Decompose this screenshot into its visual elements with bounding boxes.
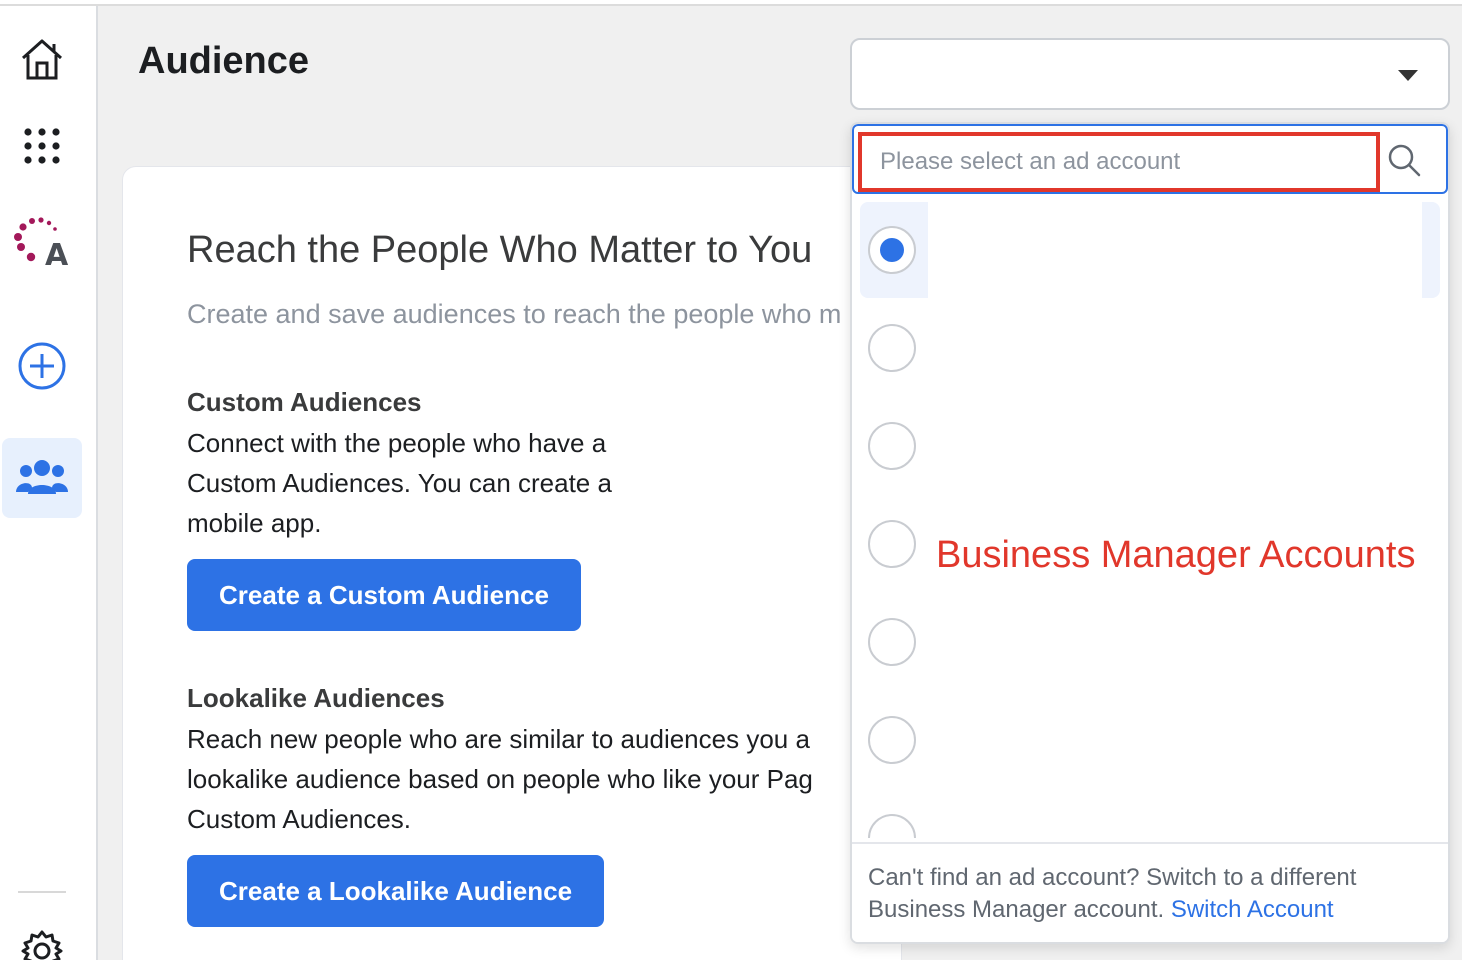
sidebar-item-create[interactable] <box>0 336 84 396</box>
ad-account-option[interactable] <box>860 300 1440 396</box>
custom-audiences-description: Connect with the people who have a Custo… <box>187 423 867 543</box>
audience-intro-card: Reach the People Who Matter to You Creat… <box>122 166 902 960</box>
audiences-icon <box>16 460 68 494</box>
sidebar-item-settings[interactable] <box>0 921 84 960</box>
card-title: Reach the People Who Matter to You <box>187 229 813 271</box>
radio-unselected[interactable] <box>868 422 916 470</box>
radio-unselected[interactable] <box>868 716 916 764</box>
svg-text:A: A <box>45 238 69 271</box>
ad-account-select[interactable] <box>850 38 1450 110</box>
custom-audiences-line-1: Connect with the people who have a <box>187 428 607 458</box>
sidebar-item-audiences[interactable] <box>2 438 82 518</box>
ad-account-option[interactable] <box>860 594 1440 690</box>
ad-account-search-input[interactable] <box>858 132 1380 192</box>
page-title: Audience <box>138 40 310 82</box>
card-subtitle: Create and save audiences to reach the p… <box>187 299 842 329</box>
sidebar-item-account[interactable]: A <box>0 211 84 275</box>
lookalike-audiences-line-2: lookalike audience based on people who l… <box>187 764 813 794</box>
ad-account-option[interactable] <box>860 398 1440 494</box>
sidebar-item-apps[interactable] <box>0 121 84 171</box>
account-logo-icon: A <box>14 217 69 271</box>
chevron-down-icon <box>1398 70 1418 81</box>
ad-account-option-label <box>928 202 1422 298</box>
ad-account-option[interactable] <box>860 692 1440 788</box>
create-custom-audience-button[interactable]: Create a Custom Audience <box>187 559 581 631</box>
home-icon <box>21 39 63 80</box>
custom-audiences-heading: Custom Audiences <box>187 387 422 417</box>
lookalike-audiences-line-3: Custom Audiences. <box>187 804 412 834</box>
ad-account-option[interactable] <box>860 202 1440 298</box>
apps-grid-icon <box>24 128 60 164</box>
ad-account-option[interactable] <box>860 790 1440 838</box>
ad-account-list: Business Manager Accounts <box>852 198 1448 838</box>
lookalike-audiences-heading: Lookalike Audiences <box>187 683 445 713</box>
radio-unselected[interactable] <box>868 324 916 372</box>
create-lookalike-audience-button[interactable]: Create a Lookalike Audience <box>187 855 605 927</box>
ad-account-search-box <box>852 124 1448 194</box>
business-manager-accounts-annotation: Business Manager Accounts <box>936 534 1416 576</box>
top-border <box>0 0 1462 6</box>
ad-account-dropdown: Business Manager Accounts Can't find an … <box>850 122 1450 944</box>
dropdown-footer: Can't find an ad account? Switch to a di… <box>852 842 1448 942</box>
radio-unselected[interactable] <box>868 520 916 568</box>
sidebar: A <box>0 6 98 960</box>
custom-audiences-line-2: Custom Audiences. You can create a <box>187 468 612 498</box>
radio-unselected[interactable] <box>868 618 916 666</box>
gear-icon <box>21 930 63 960</box>
lookalike-audiences-description: Reach new people who are similar to audi… <box>187 719 867 839</box>
switch-account-link[interactable]: Switch Account <box>1171 896 1334 923</box>
radio-selected[interactable] <box>868 226 916 274</box>
sidebar-divider <box>18 891 66 893</box>
sidebar-item-home[interactable] <box>0 34 84 84</box>
lookalike-audiences-line-1: Reach new people who are similar to audi… <box>187 724 810 754</box>
add-icon <box>18 342 66 390</box>
custom-audiences-line-3: mobile app. <box>187 508 322 538</box>
search-icon[interactable] <box>1386 142 1422 178</box>
radio-unselected[interactable] <box>868 814 916 838</box>
